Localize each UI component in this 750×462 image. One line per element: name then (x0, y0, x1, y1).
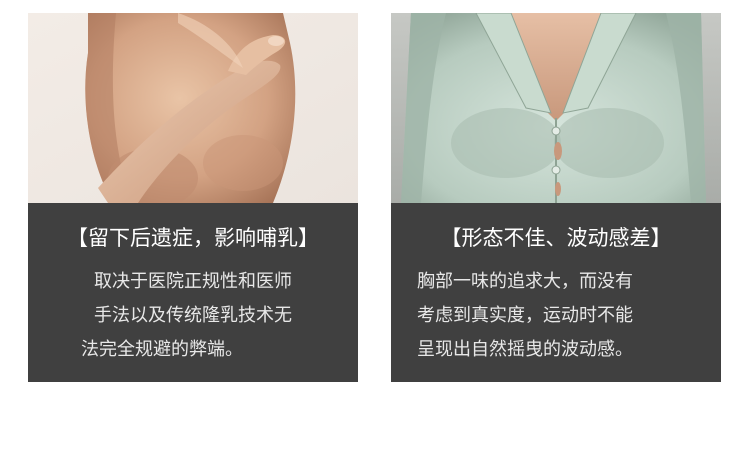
description-line: 呈现出自然摇曳的波动感。 (417, 339, 633, 360)
card-title: 【留下后遗症，影响哺乳】 (67, 226, 319, 250)
description-line: 法完全规避的弊端。 (81, 339, 243, 360)
text-panel-left: 【留下后遗症，影响哺乳】 取决于医院正规性和医师 手法以及传统隆乳技术无 法完全… (28, 203, 358, 382)
card-title: 【形态不佳、波动感差】 (440, 226, 672, 250)
card-description: 取决于医院正规性和医师 手法以及传统隆乳技术无 法完全规避的弊端。 (28, 265, 358, 367)
photo-right-illustration (391, 13, 721, 203)
card-description: 胸部一味的追求大，而没有 考虑到真实度，运动时不能 呈现出自然摇曳的波动感。 (391, 265, 721, 367)
product-photo-left (28, 13, 358, 203)
description-line: 手法以及传统隆乳技术无 (94, 305, 292, 326)
description-line: 取决于医院正规性和医师 (94, 271, 292, 292)
product-photo-right (391, 13, 721, 203)
info-card-right: 【形态不佳、波动感差】 胸部一味的追求大，而没有 考虑到真实度，运动时不能 呈现… (391, 13, 721, 382)
description-line: 考虑到真实度，运动时不能 (417, 305, 633, 326)
photo-left-illustration (28, 13, 358, 203)
text-panel-right: 【形态不佳、波动感差】 胸部一味的追求大，而没有 考虑到真实度，运动时不能 呈现… (391, 203, 721, 382)
description-line: 胸部一味的追求大，而没有 (417, 271, 633, 292)
info-card-left: 【留下后遗症，影响哺乳】 取决于医院正规性和医师 手法以及传统隆乳技术无 法完全… (28, 13, 358, 382)
